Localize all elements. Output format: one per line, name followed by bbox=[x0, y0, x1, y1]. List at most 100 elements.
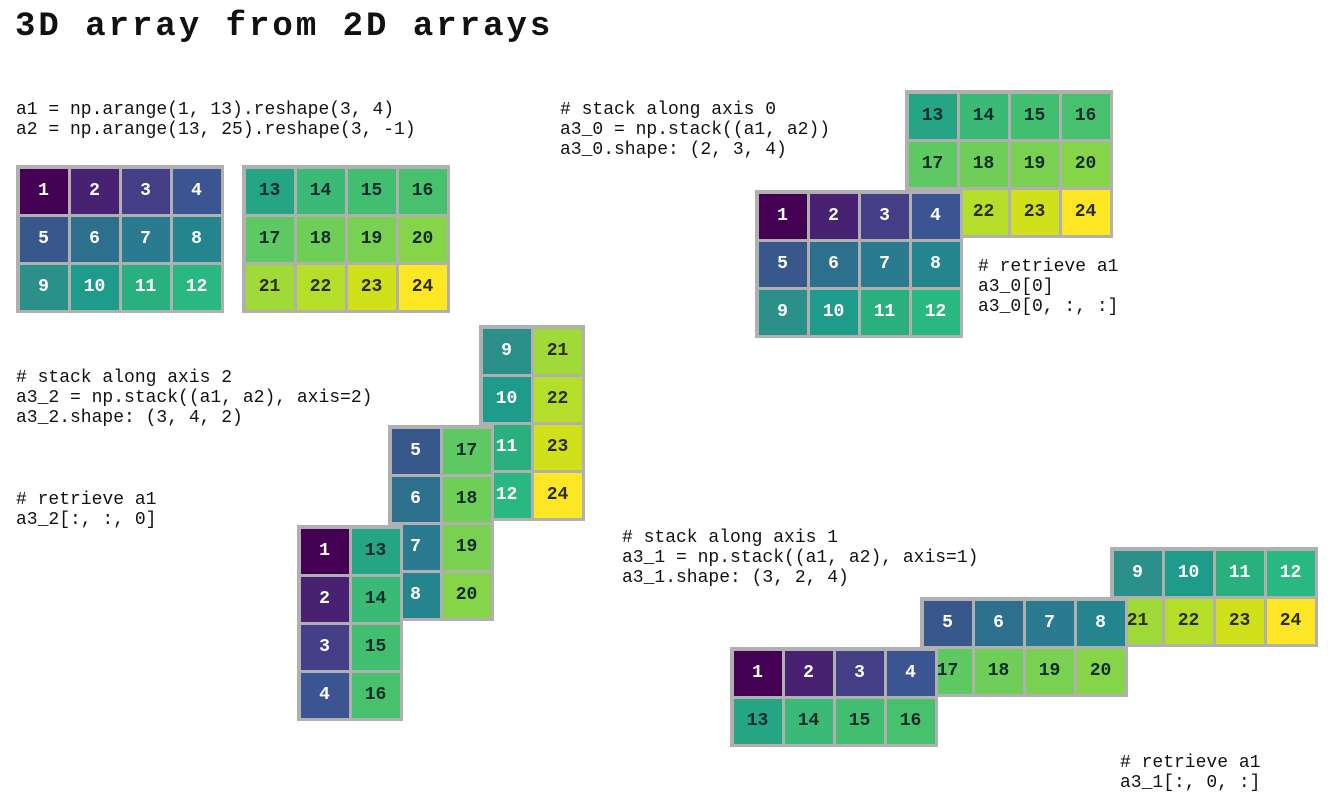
grid-row: 1234 bbox=[18, 167, 222, 215]
cell-16: 16 bbox=[399, 169, 447, 214]
cell-22: 22 bbox=[960, 190, 1008, 235]
page-title: 3D array from 2D arrays bbox=[15, 8, 553, 46]
cell-15: 15 bbox=[1011, 94, 1059, 139]
grid-row: 21222324 bbox=[1112, 597, 1316, 645]
cell-6: 6 bbox=[392, 477, 440, 522]
grid-row: 1022 bbox=[481, 375, 583, 423]
cell-8: 8 bbox=[1077, 601, 1125, 646]
code-axis1: # stack along axis 1 a3_1 = np.stack((a1… bbox=[622, 528, 978, 588]
grid-row: 5678 bbox=[922, 599, 1126, 647]
grid-row: 921 bbox=[481, 327, 583, 375]
grid-row: 5678 bbox=[757, 240, 961, 288]
cell-12: 12 bbox=[173, 265, 221, 310]
grid-row: 1123 bbox=[481, 423, 583, 471]
cell-14: 14 bbox=[352, 577, 400, 622]
cell-5: 5 bbox=[924, 601, 972, 646]
grid-row: 5678 bbox=[18, 215, 222, 263]
cell-22: 22 bbox=[1165, 599, 1213, 644]
grid-row: 1224 bbox=[481, 471, 583, 519]
cell-2: 2 bbox=[301, 577, 349, 622]
cell-20: 20 bbox=[443, 573, 491, 618]
grid-row: 17181920 bbox=[244, 215, 448, 263]
cell-19: 19 bbox=[1011, 142, 1059, 187]
cell-18: 18 bbox=[975, 649, 1023, 694]
cell-1: 1 bbox=[734, 651, 782, 696]
grid-row: 9101112 bbox=[18, 263, 222, 311]
cell-24: 24 bbox=[1062, 190, 1110, 235]
grid-axis1-slice2: 567817181920 bbox=[920, 597, 1128, 697]
grid-a2: 131415161718192021222324 bbox=[242, 165, 450, 313]
cell-13: 13 bbox=[734, 699, 782, 744]
cell-16: 16 bbox=[1062, 94, 1110, 139]
cell-6: 6 bbox=[71, 217, 119, 262]
code-axis1-retrieve: # retrieve a1 a3_1[:, 0, :] bbox=[1120, 753, 1260, 793]
cell-23: 23 bbox=[1011, 190, 1059, 235]
cell-9: 9 bbox=[1114, 551, 1162, 596]
cell-9: 9 bbox=[759, 290, 807, 335]
code-axis2: # stack along axis 2 a3_2 = np.stack((a1… bbox=[16, 368, 372, 428]
cell-15: 15 bbox=[836, 699, 884, 744]
cell-16: 16 bbox=[887, 699, 935, 744]
cell-1: 1 bbox=[759, 194, 807, 239]
cell-1: 1 bbox=[301, 529, 349, 574]
cell-2: 2 bbox=[785, 651, 833, 696]
code-a1-a2: a1 = np.arange(1, 13).reshape(3, 4) a2 =… bbox=[16, 100, 416, 140]
grid-axis1-slice3: 910111221222324 bbox=[1110, 547, 1318, 647]
grid-row: 13141516 bbox=[732, 697, 936, 745]
cell-2: 2 bbox=[810, 194, 858, 239]
cell-13: 13 bbox=[246, 169, 294, 214]
cell-17: 17 bbox=[909, 142, 957, 187]
grid-row: 618 bbox=[390, 475, 492, 523]
cell-13: 13 bbox=[352, 529, 400, 574]
cell-19: 19 bbox=[443, 525, 491, 570]
cell-20: 20 bbox=[1077, 649, 1125, 694]
cell-7: 7 bbox=[861, 242, 909, 287]
cell-11: 11 bbox=[1216, 551, 1264, 596]
cell-20: 20 bbox=[1062, 142, 1110, 187]
grid-axis2-slice3: 921102211231224 bbox=[479, 325, 585, 521]
cell-3: 3 bbox=[861, 194, 909, 239]
grid-axis2-slice2: 517618719820 bbox=[388, 425, 494, 621]
cell-6: 6 bbox=[975, 601, 1023, 646]
cell-2: 2 bbox=[71, 169, 119, 214]
grid-row: 315 bbox=[299, 623, 401, 671]
cell-22: 22 bbox=[534, 377, 582, 422]
cell-16: 16 bbox=[352, 673, 400, 718]
cell-3: 3 bbox=[301, 625, 349, 670]
cell-23: 23 bbox=[534, 425, 582, 470]
cell-21: 21 bbox=[246, 265, 294, 310]
cell-20: 20 bbox=[399, 217, 447, 262]
grid-row: 1234 bbox=[757, 192, 961, 240]
cell-24: 24 bbox=[534, 473, 582, 518]
cell-15: 15 bbox=[348, 169, 396, 214]
cell-18: 18 bbox=[297, 217, 345, 262]
cell-21: 21 bbox=[534, 329, 582, 374]
grid-axis2-slice1: 113214315416 bbox=[297, 525, 403, 721]
cell-4: 4 bbox=[173, 169, 221, 214]
cell-15: 15 bbox=[352, 625, 400, 670]
cell-3: 3 bbox=[836, 651, 884, 696]
cell-11: 11 bbox=[861, 290, 909, 335]
code-axis0-retrieve: # retrieve a1 a3_0[0] a3_0[0, :, :] bbox=[978, 257, 1118, 317]
cell-10: 10 bbox=[71, 265, 119, 310]
grid-row: 820 bbox=[390, 571, 492, 619]
grid-row: 21222324 bbox=[244, 263, 448, 311]
cell-9: 9 bbox=[483, 329, 531, 374]
cell-5: 5 bbox=[392, 429, 440, 474]
cell-8: 8 bbox=[173, 217, 221, 262]
code-axis0: # stack along axis 0 a3_0 = np.stack((a1… bbox=[560, 100, 830, 160]
cell-18: 18 bbox=[960, 142, 1008, 187]
cell-7: 7 bbox=[1026, 601, 1074, 646]
grid-row: 9101112 bbox=[1112, 549, 1316, 597]
cell-12: 12 bbox=[1267, 551, 1315, 596]
cell-10: 10 bbox=[1165, 551, 1213, 596]
cell-23: 23 bbox=[1216, 599, 1264, 644]
cell-18: 18 bbox=[443, 477, 491, 522]
cell-3: 3 bbox=[122, 169, 170, 214]
grid-row: 9101112 bbox=[757, 288, 961, 336]
cell-10: 10 bbox=[483, 377, 531, 422]
grid-row: 214 bbox=[299, 575, 401, 623]
grid-row: 719 bbox=[390, 523, 492, 571]
grid-axis1-slice1: 123413141516 bbox=[730, 647, 938, 747]
grid-row: 13141516 bbox=[244, 167, 448, 215]
